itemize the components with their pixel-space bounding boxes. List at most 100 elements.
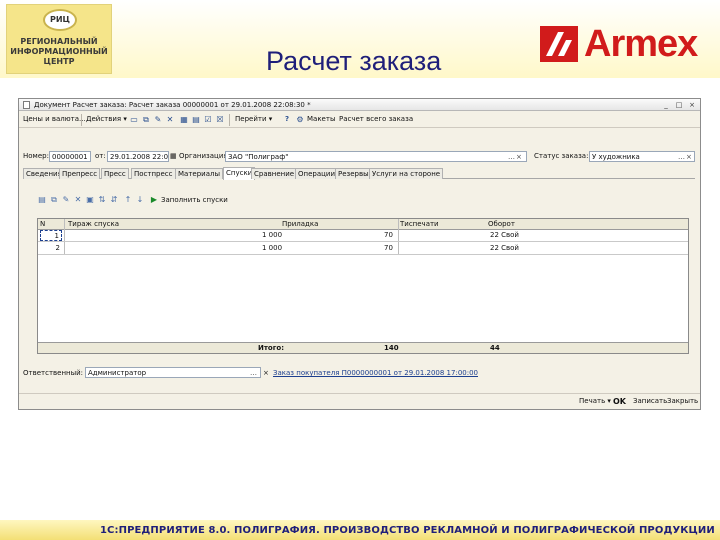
move-up-icon[interactable]: ↑ (123, 195, 133, 205)
row-number: 1 (40, 230, 62, 241)
window-titlebar: Документ Расчет заказа: Расчет заказа 00… (19, 99, 700, 111)
date-field[interactable]: 29.01.2008 22:08:30 (107, 151, 169, 162)
end-edit-icon[interactable]: ▣ (85, 195, 95, 205)
tab-postpress[interactable]: Постпресс (131, 168, 176, 179)
ok-button[interactable]: OK (613, 397, 626, 406)
tab-prepress[interactable]: Препресс (59, 168, 101, 179)
row-turn: 22 Свой (490, 244, 519, 252)
armex-logo: Armex (540, 22, 712, 68)
delete-icon[interactable]: ✕ (165, 115, 175, 125)
fill-spuski-button[interactable]: Заполнить спуски (161, 196, 228, 204)
column-header-run[interactable]: Тираж спуска (68, 219, 119, 230)
document-window: Документ Расчет заказа: Расчет заказа 00… (18, 98, 701, 410)
tab-operations[interactable]: Операции (295, 168, 338, 179)
document-tabs: Сведения Препресс Пресс Постпресс Матери… (23, 167, 695, 180)
rits-emblem-label: РИЦ (50, 15, 70, 24)
clear-responsible-button[interactable]: × (263, 369, 269, 377)
row-makeready: 1 000 (262, 244, 283, 252)
rits-emblem-icon: РИЦ (43, 9, 77, 31)
tab-reserves[interactable]: Резервы (335, 168, 372, 179)
add-row-icon[interactable]: ▤ (37, 195, 47, 205)
minimize-button[interactable]: _ (661, 100, 671, 110)
select-button[interactable]: … (250, 368, 257, 377)
date-label: от: (95, 152, 106, 160)
status-field[interactable]: У художника … × (589, 151, 695, 162)
column-header-makeready[interactable]: Приладка (282, 219, 318, 230)
select-button[interactable]: … (508, 152, 515, 161)
responsible-label: Ответственный: (23, 369, 84, 377)
column-header-imprints[interactable]: Тиспечати (400, 219, 439, 230)
customer-order-link[interactable]: Заказ покупателя П0000000001 от 29.01.20… (273, 369, 478, 377)
slide-footer: 1С:ПРЕДПРИЯТИЕ 8.0. ПОЛИГРАФИЯ. ПРОИЗВОД… (0, 520, 720, 540)
table-footer: Итого: 140 44 (38, 342, 688, 353)
row-makeready: 1 000 (262, 231, 283, 239)
calc-all-button[interactable]: Расчет всего заказа (339, 115, 413, 123)
footer-text: 1С:ПРЕДПРИЯТИЕ 8.0. ПОЛИГРАФИЯ. ПРОИЗВОД… (100, 525, 715, 536)
close-button[interactable]: Закрыть (667, 397, 698, 405)
tab-external-services[interactable]: Услуги на стороне (369, 168, 444, 179)
toolbar-separator (81, 114, 82, 126)
actions-menu[interactable]: Действия ▾ (86, 115, 127, 123)
unpost-icon[interactable]: ☒ (215, 115, 225, 125)
fill-play-icon[interactable]: ▶ (149, 195, 159, 205)
delete-row-icon[interactable]: ✕ (73, 195, 83, 205)
copy-icon[interactable]: ⧉ (141, 115, 151, 125)
armex-mark-icon (540, 26, 578, 62)
column-header-n[interactable]: N (40, 219, 45, 230)
organization-field[interactable]: ЗАО "Полиграф" … × (225, 151, 527, 162)
select-button[interactable]: … (678, 152, 685, 161)
document-icon (23, 101, 30, 109)
main-toolbar: Цены и валюта... Действия ▾ ▭ ⧉ ✎ ✕ ▦ ▤ … (19, 112, 700, 128)
tab-materials[interactable]: Материалы (175, 168, 223, 179)
status-label: Статус заказа: (534, 152, 589, 160)
new-icon[interactable]: ▭ (129, 115, 139, 125)
layouts-icon: ⚙ (296, 115, 304, 124)
rits-logo: РИЦ РЕГИОНАЛЬНЫЙ ИНФОРМАЦИОННЫЙ ЦЕНТР (6, 4, 112, 74)
total-imprints: 140 (384, 344, 399, 352)
table-header: N Тираж спуска Приладка Тиспечати Оборот (38, 219, 688, 230)
movements-icon[interactable]: ▤ (191, 115, 201, 125)
number-field[interactable]: 00000001 (49, 151, 91, 162)
clear-button[interactable]: × (686, 152, 692, 161)
number-label: Номер: (23, 152, 49, 160)
responsible-value: Администратор (88, 369, 147, 377)
tab-comparison[interactable]: Сравнение (251, 168, 298, 179)
total-turn: 44 (490, 344, 500, 352)
sort-asc-icon[interactable]: ⇅ (97, 195, 107, 205)
spuski-table: N Тираж спуска Приладка Тиспечати Оборот… (37, 218, 689, 354)
goto-menu[interactable]: Перейти ▾ (235, 115, 272, 123)
column-header-turn[interactable]: Оборот (488, 219, 515, 230)
edit-row-icon[interactable]: ✎ (61, 195, 71, 205)
calendar-icon[interactable]: ▦ (170, 152, 177, 160)
clear-button[interactable]: × (516, 152, 522, 161)
row-number: 2 (55, 244, 60, 252)
save-button[interactable]: Записать (633, 397, 667, 405)
toolbar-separator (229, 114, 230, 126)
close-window-button[interactable]: × (687, 100, 697, 110)
org-label: Организация: (179, 152, 230, 160)
slide-header: РИЦ РЕГИОНАЛЬНЫЙ ИНФОРМАЦИОННЫЙ ЦЕНТР Ра… (0, 0, 720, 78)
sort-desc-icon[interactable]: ⇵ (109, 195, 119, 205)
post-icon[interactable]: ☑ (203, 115, 213, 125)
form-buttons-bar: Печать ▾ OK Записать Закрыть (19, 393, 700, 409)
edit-icon[interactable]: ✎ (153, 115, 163, 125)
copy-row-icon[interactable]: ⧉ (49, 195, 59, 205)
print-button[interactable]: Печать ▾ (579, 397, 611, 405)
responsible-field[interactable]: Администратор … (85, 367, 261, 378)
maximize-button[interactable]: □ (674, 100, 684, 110)
rits-logo-text: РЕГИОНАЛЬНЫЙ ИНФОРМАЦИОННЫЙ ЦЕНТР (10, 37, 108, 66)
row-imprints: 70 (384, 231, 393, 239)
table-row[interactable]: 2 1 000 70 22 Свой (38, 243, 688, 255)
move-down-icon[interactable]: ↓ (135, 195, 145, 205)
structure-icon[interactable]: ▦ (179, 115, 189, 125)
layouts-button[interactable]: Макеты (307, 115, 335, 123)
slide-title: Расчет заказа (266, 46, 442, 76)
row-imprints: 70 (384, 244, 393, 252)
tab-press[interactable]: Пресс (101, 168, 129, 179)
prices-currency-button[interactable]: Цены и валюта... (23, 115, 86, 123)
status-value: У художника (592, 153, 640, 161)
row-turn: 22 Свой (490, 231, 519, 239)
organization-value: ЗАО "Полиграф" (228, 153, 289, 161)
help-icon[interactable]: ? (285, 115, 289, 123)
table-row[interactable]: 1 1 000 70 22 Свой (38, 230, 688, 242)
